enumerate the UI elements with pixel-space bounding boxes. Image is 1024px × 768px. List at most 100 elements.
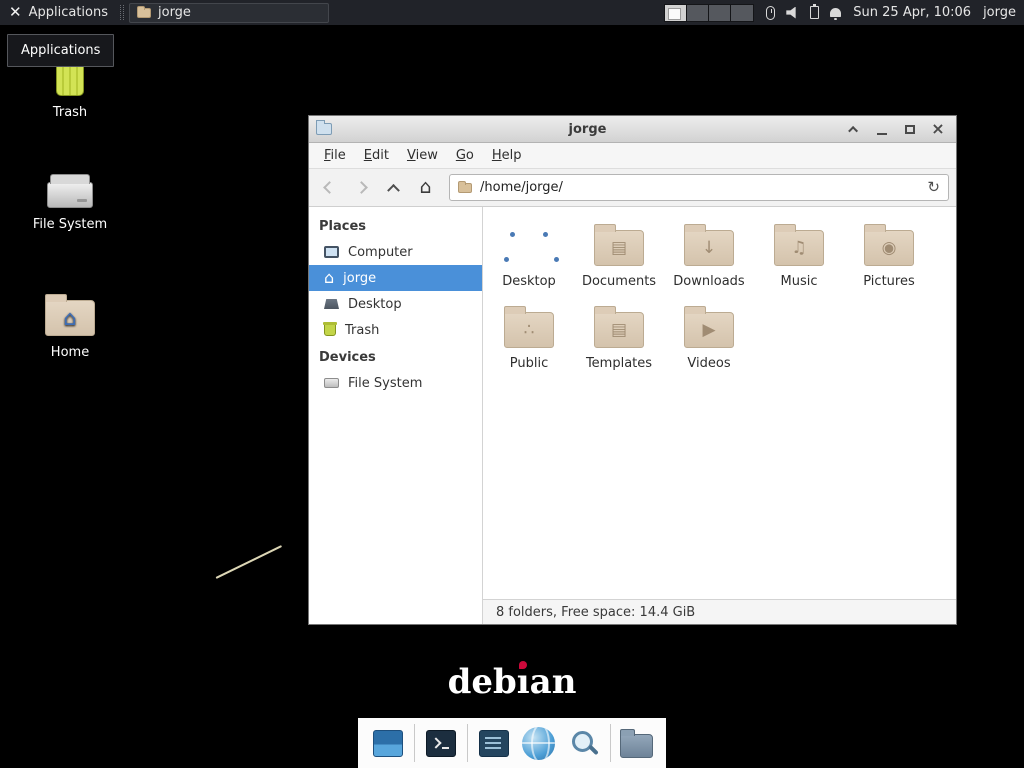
workspace-4[interactable] [731,5,753,21]
statusbar: 8 folders, Free space: 14.4 GiB [483,599,956,624]
terminal-icon [426,730,456,757]
volume-icon[interactable] [786,7,799,19]
clock[interactable]: Sun 25 Apr, 10:06 [853,5,971,20]
menu-edit[interactable]: Edit [355,145,398,166]
chevron-up-icon [848,125,858,135]
dock-separator [414,724,415,762]
file-label: Pictures [863,274,914,289]
mouse-icon[interactable] [766,6,775,20]
shade-button[interactable] [843,119,865,140]
sidebar-item-file-system[interactable]: File System [309,370,482,396]
sidebar-item-desktop[interactable]: Desktop [309,291,482,317]
applications-menu-button[interactable]: ✕ Applications [0,0,117,25]
terminal-launcher[interactable] [422,723,460,763]
app-finder-launcher[interactable] [565,723,603,763]
notifications-bell-icon[interactable] [830,8,841,17]
minimize-button[interactable] [871,119,893,140]
dock-separator [610,724,611,762]
documents-emblem-icon: ▤ [595,231,643,265]
home-folder-icon: ⌂ [45,300,95,336]
menu-go[interactable]: Go [447,145,483,166]
text-terminal-launcher[interactable] [475,723,513,763]
close-button[interactable]: × [927,119,949,140]
file-folder-documents[interactable]: ▤ Documents [574,221,664,289]
file-grid[interactable]: Desktop ▤ Documents ↓ Downloads [483,207,956,599]
tooltip-text: Applications [21,43,100,58]
back-icon [323,181,336,194]
folder-icon: ∴ [504,312,554,348]
applications-tooltip: Applications [7,34,114,67]
folder-icon: ♫ [774,230,824,266]
top-panel: ✕ Applications jorge Sun 25 Apr, 10:06 j… [0,0,1024,25]
sidebar-item-label: Desktop [348,297,402,312]
menu-view[interactable]: View [398,145,447,166]
desktop-icon-home[interactable]: ⌂ Home [14,291,126,360]
panel-handle[interactable] [120,5,124,20]
window-title: jorge [338,122,837,137]
workspace-switcher[interactable] [664,4,754,22]
home-emblem-icon: ⌂ [46,301,94,335]
show-desktop-button[interactable] [369,723,407,763]
file-manager-window: jorge × File Edit View Go Help ⌂ /home/j… [308,115,957,625]
files-pane: Desktop ▤ Documents ↓ Downloads [483,207,956,624]
workspace-3[interactable] [709,5,731,21]
devices-header: Devices [309,343,482,370]
path-entry[interactable]: /home/jorge/ ↻ [449,174,949,201]
maximize-button[interactable] [899,119,921,140]
web-browser-launcher[interactable] [520,723,558,763]
file-label: Documents [582,274,656,289]
home-button[interactable]: ⌂ [412,174,439,201]
computer-icon [324,246,339,258]
file-label: Downloads [673,274,744,289]
drive-icon [324,378,339,388]
downloads-emblem-icon: ↓ [685,231,733,265]
file-folder-public[interactable]: ∴ Public [484,303,574,371]
reload-icon[interactable]: ↻ [927,180,940,195]
statusbar-text: 8 folders, Free space: 14.4 GiB [496,605,695,620]
battery-icon[interactable] [810,6,819,19]
up-button[interactable] [380,174,407,201]
sidebar-item-label: Trash [345,323,379,338]
text-terminal-icon [479,730,509,757]
globe-icon [522,727,555,760]
file-folder-desktop[interactable]: Desktop [484,221,574,289]
toolbar: ⌂ /home/jorge/ ↻ [309,169,956,207]
taskbar-window-button[interactable]: jorge [129,3,329,23]
menu-file[interactable]: File [315,145,355,166]
show-desktop-icon [373,730,403,757]
trash-icon [324,324,336,336]
file-folder-downloads[interactable]: ↓ Downloads [664,221,754,289]
file-label: Videos [687,356,730,371]
username-label: jorge [983,5,1016,20]
desktop-icon-label: Trash [53,105,87,120]
workspace-1[interactable] [665,5,687,21]
debian-branding: debıan [0,662,1024,702]
titlebar[interactable]: jorge × [309,116,956,143]
file-folder-music[interactable]: ♫ Music [754,221,844,289]
file-folder-pictures[interactable]: ◉ Pictures [844,221,934,289]
forward-button[interactable] [348,174,375,201]
dock-separator [467,724,468,762]
window-folder-icon [316,123,332,135]
file-folder-videos[interactable]: ▶ Videos [664,303,754,371]
folder-icon: ▶ [684,312,734,348]
forward-icon [355,181,368,194]
music-emblem-icon: ♫ [775,231,823,265]
stray-line-artifact [216,545,282,579]
desktop-icon-file-system[interactable]: File System [14,168,126,232]
desktop-icon [324,299,339,309]
file-label: Music [781,274,818,289]
taskbar-window-label: jorge [158,5,191,20]
home-icon: ⌂ [419,178,431,197]
back-button[interactable] [316,174,343,201]
sidebar-item-label: Computer [348,245,413,260]
sidebar-item-trash[interactable]: Trash [309,317,482,343]
file-manager-launcher[interactable] [618,723,656,763]
file-folder-templates[interactable]: ▤ Templates [574,303,664,371]
places-header: Places [309,212,482,239]
file-label: Templates [586,356,652,371]
menu-help[interactable]: Help [483,145,531,166]
sidebar-item-computer[interactable]: Computer [309,239,482,265]
workspace-2[interactable] [687,5,709,21]
sidebar-item-jorge[interactable]: ⌂ jorge [309,265,482,291]
